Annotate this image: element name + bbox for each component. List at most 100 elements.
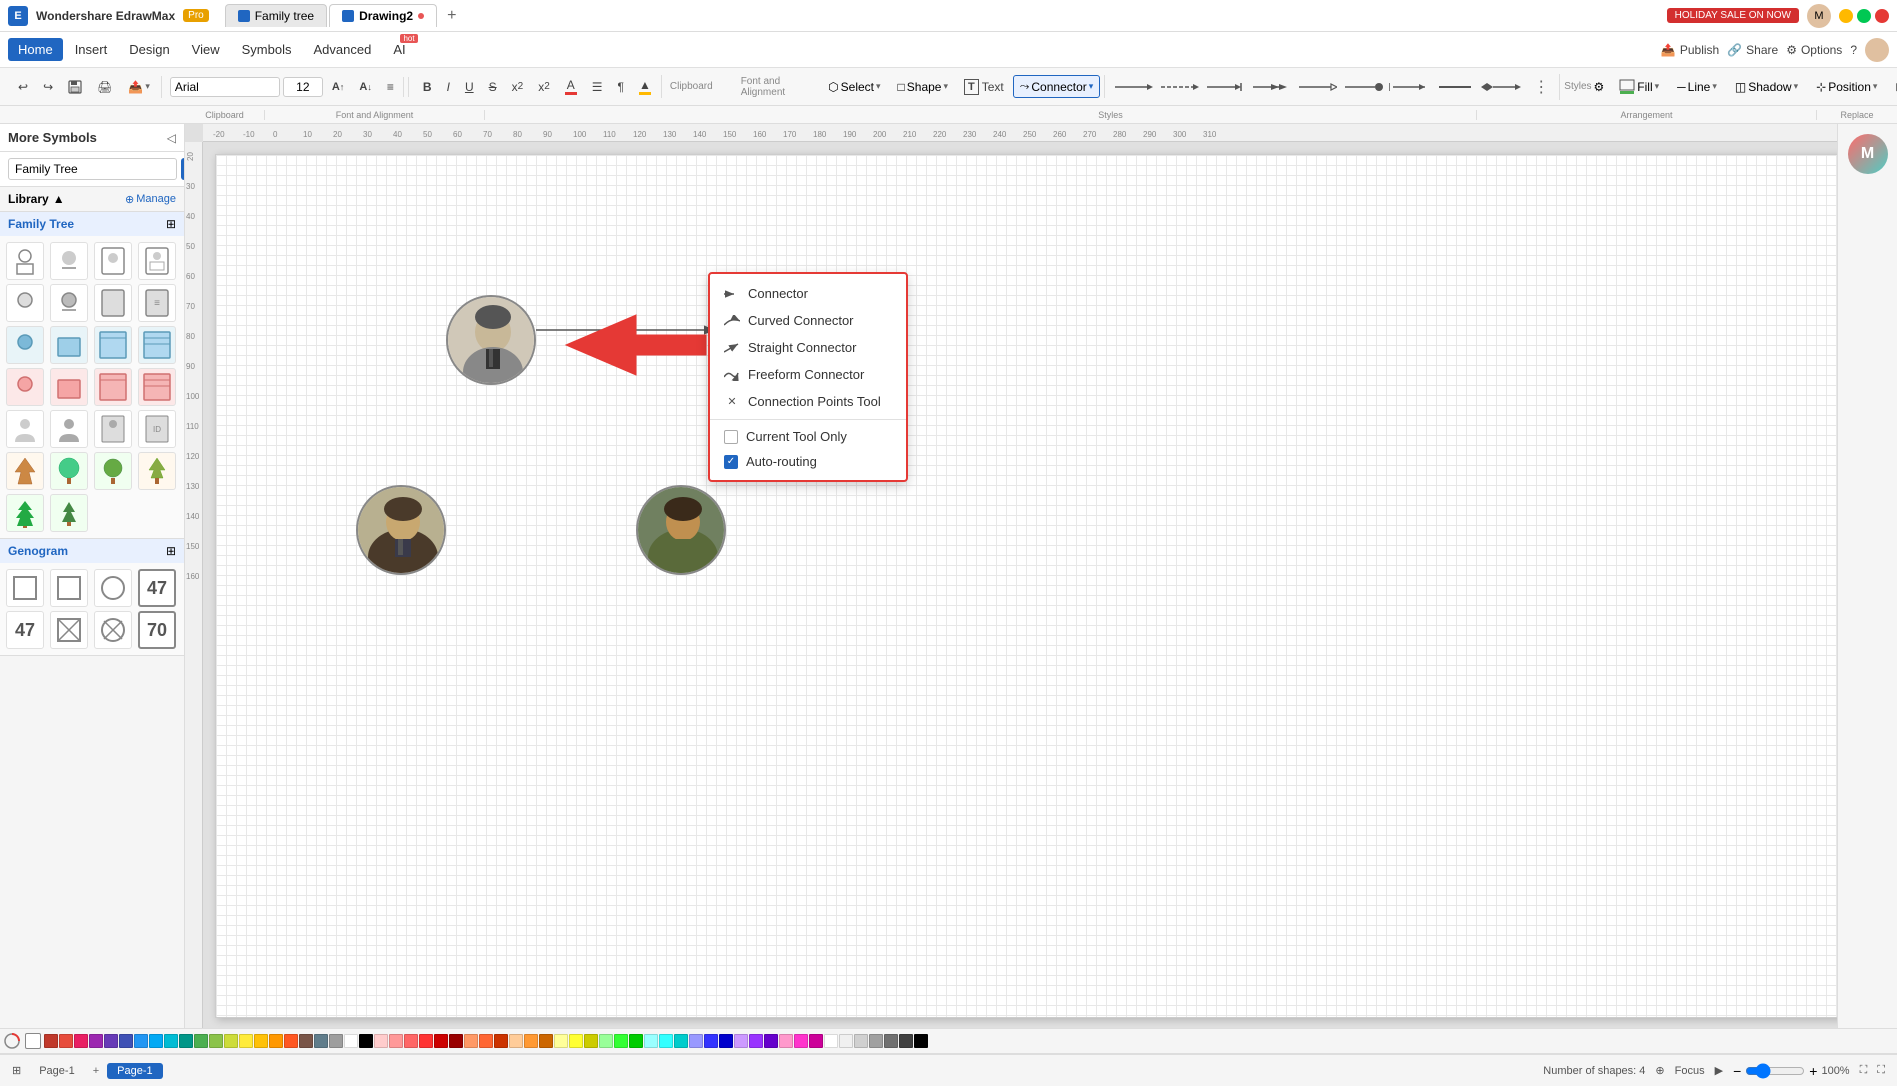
color-swatch[interactable] <box>839 1034 853 1048</box>
arrow-style-8[interactable] <box>1435 80 1475 94</box>
print-button[interactable]: 🖨 <box>91 77 118 97</box>
color-swatch[interactable] <box>224 1034 238 1048</box>
symbol-tree-2[interactable] <box>50 452 88 490</box>
color-swatch[interactable] <box>404 1034 418 1048</box>
symbol-pine-1[interactable] <box>6 494 44 532</box>
line-dropdown[interactable]: ─ Line ▾ <box>1670 76 1724 98</box>
bold-button[interactable]: B <box>417 77 438 97</box>
menu-design[interactable]: Design <box>119 38 179 61</box>
color-swatch[interactable] <box>179 1034 193 1048</box>
color-swatch[interactable] <box>374 1034 388 1048</box>
arrow-style-7[interactable] <box>1389 80 1429 94</box>
increase-font-button[interactable]: A↑ <box>326 78 351 96</box>
maximize-button[interactable] <box>1857 9 1871 23</box>
auto-routing-item[interactable]: ✓ Auto-routing <box>710 449 906 474</box>
symbol-tree-1[interactable] <box>6 452 44 490</box>
fit-icon[interactable]: ⛶ <box>1860 1064 1868 1077</box>
geno-symbol-2[interactable] <box>50 569 88 607</box>
color-swatch[interactable] <box>209 1034 223 1048</box>
select-dropdown[interactable]: ⬡ Select ▾ <box>821 76 887 98</box>
current-tool-only-checkbox[interactable] <box>724 430 738 444</box>
menu-advanced[interactable]: Advanced <box>303 38 381 61</box>
color-swatch[interactable] <box>869 1034 883 1048</box>
tab-drawing2[interactable]: Drawing2 <box>329 4 437 27</box>
color-swatch[interactable] <box>389 1034 403 1048</box>
symbol-17[interactable] <box>6 410 44 448</box>
symbol-8[interactable]: ≡ <box>138 284 176 322</box>
page-layout-icon[interactable]: ⊞ <box>12 1064 21 1077</box>
color-swatch[interactable] <box>239 1034 253 1048</box>
symbol-3[interactable] <box>94 242 132 280</box>
color-swatch[interactable] <box>614 1034 628 1048</box>
symbol-12[interactable] <box>138 326 176 364</box>
auto-routing-checkbox[interactable]: ✓ <box>724 455 738 469</box>
active-page-tab[interactable]: Page-1 <box>107 1063 162 1079</box>
color-swatch[interactable] <box>794 1034 808 1048</box>
shadow-dropdown[interactable]: ◫ Shadow ▾ <box>1728 76 1805 98</box>
color-swatch[interactable] <box>884 1034 898 1048</box>
color-swatch[interactable] <box>764 1034 778 1048</box>
color-swatch[interactable] <box>329 1034 343 1048</box>
color-swatch[interactable] <box>89 1034 103 1048</box>
symbol-tree-3[interactable] <box>94 452 132 490</box>
undo-button[interactable]: ↩ <box>12 77 34 97</box>
symbol-pine-2[interactable] <box>50 494 88 532</box>
color-swatch[interactable] <box>74 1034 88 1048</box>
color-swatch[interactable] <box>194 1034 208 1048</box>
color-swatch[interactable] <box>569 1034 583 1048</box>
connector-option-curved[interactable]: Curved Connector <box>710 307 906 334</box>
user-avatar[interactable]: M <box>1807 4 1831 28</box>
symbol-7[interactable] <box>94 284 132 322</box>
position-dropdown[interactable]: ⊹ Position ▾ <box>1809 76 1884 98</box>
color-swatch[interactable] <box>434 1034 448 1048</box>
family-tree-header[interactable]: Family Tree ⊞ <box>0 212 184 236</box>
menu-ai[interactable]: AI hot <box>383 38 415 61</box>
color-swatch[interactable] <box>734 1034 748 1048</box>
tab-family-tree[interactable]: Family tree <box>225 4 327 27</box>
geno-symbol-4[interactable]: 47 <box>138 569 176 607</box>
color-swatch[interactable] <box>689 1034 703 1048</box>
current-tool-only-item[interactable]: Current Tool Only <box>710 424 906 449</box>
zoom-in-button[interactable]: + <box>1809 1063 1817 1079</box>
color-swatch[interactable] <box>809 1034 823 1048</box>
play-icon[interactable]: ▶ <box>1715 1064 1723 1077</box>
geno-symbol-1[interactable] <box>6 569 44 607</box>
close-button[interactable] <box>1875 9 1889 23</box>
geno-symbol-8[interactable]: 70 <box>138 611 176 649</box>
geno-symbol-7[interactable] <box>94 611 132 649</box>
color-swatch[interactable] <box>479 1034 493 1048</box>
save-button[interactable] <box>62 77 88 97</box>
symbol-16[interactable] <box>138 368 176 406</box>
add-tab-button[interactable]: + <box>439 3 464 29</box>
color-swatch[interactable] <box>269 1034 283 1048</box>
symbol-20[interactable]: ID <box>138 410 176 448</box>
geno-symbol-5[interactable]: 47 <box>6 611 44 649</box>
symbol-2[interactable] <box>50 242 88 280</box>
color-swatch[interactable] <box>749 1034 763 1048</box>
color-swatch[interactable] <box>419 1034 433 1048</box>
color-swatch[interactable] <box>464 1034 478 1048</box>
color-swatch[interactable] <box>899 1034 913 1048</box>
more-styles-button[interactable]: ⋮ <box>1527 74 1555 100</box>
group-dropdown[interactable]: ⊞ Group ▾ <box>1888 76 1897 98</box>
export-dropdown[interactable]: 📤▾ <box>121 76 156 98</box>
color-swatch[interactable] <box>584 1034 598 1048</box>
font-name-input[interactable] <box>170 77 280 97</box>
add-page-button[interactable]: + <box>93 1065 99 1077</box>
arrow-style-3[interactable] <box>1205 80 1245 94</box>
connector-dropdown[interactable]: ⤳ Connector ▾ <box>1013 75 1101 98</box>
symbol-9[interactable] <box>6 326 44 364</box>
options-button[interactable]: ⚙ Options <box>1786 43 1842 57</box>
search-input[interactable] <box>8 158 177 180</box>
genogram-header[interactable]: Genogram ⊞ <box>0 539 184 563</box>
arrow-style-1[interactable] <box>1113 80 1153 94</box>
fill-dropdown[interactable]: Fill ▾ <box>1612 75 1666 99</box>
styles-settings-button[interactable]: ⚙ <box>1594 80 1605 94</box>
symbol-11[interactable] <box>94 326 132 364</box>
manage-button[interactable]: ⊕ Manage <box>125 193 176 206</box>
no-fill-swatch[interactable] <box>25 1033 41 1049</box>
connector-option-freeform[interactable]: Freeform Connector <box>710 361 906 388</box>
color-swatch[interactable] <box>539 1034 553 1048</box>
highlight-button[interactable]: ▲ <box>633 75 657 98</box>
font-color-button[interactable]: A <box>559 75 583 98</box>
